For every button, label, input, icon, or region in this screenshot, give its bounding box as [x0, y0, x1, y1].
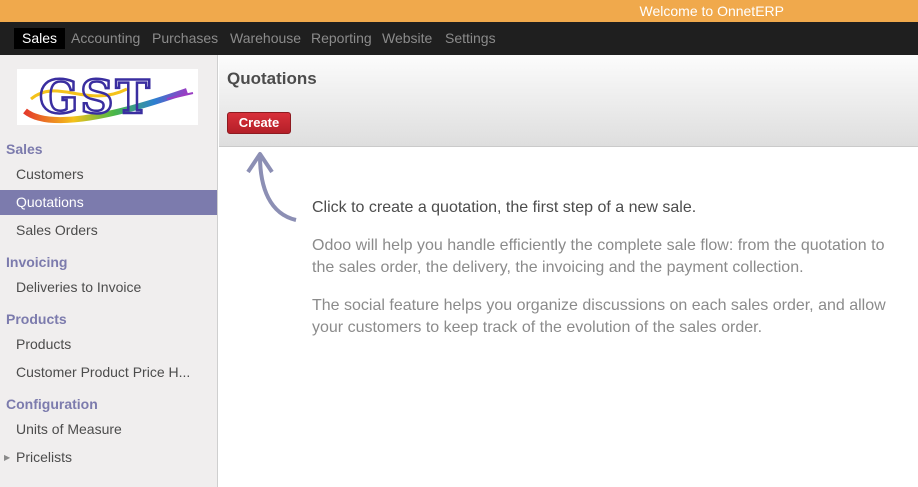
sidebar: GST Sales Customers Quotations Sales Ord… [0, 55, 218, 487]
menu-purchases[interactable]: Purchases [144, 28, 226, 49]
section-configuration: Configuration [6, 396, 98, 412]
menu-accounting[interactable]: Accounting [63, 28, 148, 49]
sidebar-item-sales-orders[interactable]: Sales Orders [0, 218, 217, 243]
section-sales: Sales [6, 141, 43, 157]
section-invoicing: Invoicing [6, 254, 68, 270]
company-logo[interactable]: GST [17, 69, 198, 125]
menu-warehouse[interactable]: Warehouse [222, 28, 309, 49]
curved-arrow-icon [246, 152, 297, 222]
caret-right-icon[interactable]: ▶ [4, 445, 10, 470]
logo-text: GST [39, 70, 152, 124]
sidebar-item-label: Pricelists [16, 449, 73, 465]
sidebar-item-customers[interactable]: Customers [0, 162, 217, 187]
main-menu: Sales Accounting Purchases Warehouse Rep… [0, 22, 918, 55]
menu-reporting[interactable]: Reporting [303, 28, 380, 49]
gst-logo-graphic: GST [23, 69, 194, 125]
welcome-bar: Welcome to OnnetERP [0, 0, 918, 22]
view-header: Quotations Create [219, 55, 918, 147]
welcome-text: Welcome to OnnetERP [639, 3, 784, 19]
page-title: Quotations [227, 69, 317, 88]
menu-settings[interactable]: Settings [437, 28, 504, 49]
sidebar-item-pricelists[interactable]: ▶ Pricelists [0, 445, 217, 470]
sidebar-item-units-of-measure[interactable]: Units of Measure [0, 417, 217, 442]
section-products: Products [6, 311, 67, 327]
help-paragraph-social: The social feature helps you organize di… [312, 297, 886, 336]
menu-sales[interactable]: Sales [14, 28, 66, 49]
sidebar-item-products[interactable]: Products [0, 332, 217, 357]
create-button[interactable]: Create [227, 112, 291, 134]
sidebar-item-quotations[interactable]: Quotations [0, 190, 217, 215]
menu-website[interactable]: Website [374, 28, 440, 49]
sidebar-item-deliveries-to-invoice[interactable]: Deliveries to Invoice [0, 275, 217, 300]
help-paragraph-flow: Odoo will help you handle efficiently th… [312, 237, 885, 276]
sidebar-item-customer-product-price[interactable]: Customer Product Price H... [0, 360, 217, 385]
help-lead-text: Click to create a quotation, the first s… [312, 199, 697, 216]
